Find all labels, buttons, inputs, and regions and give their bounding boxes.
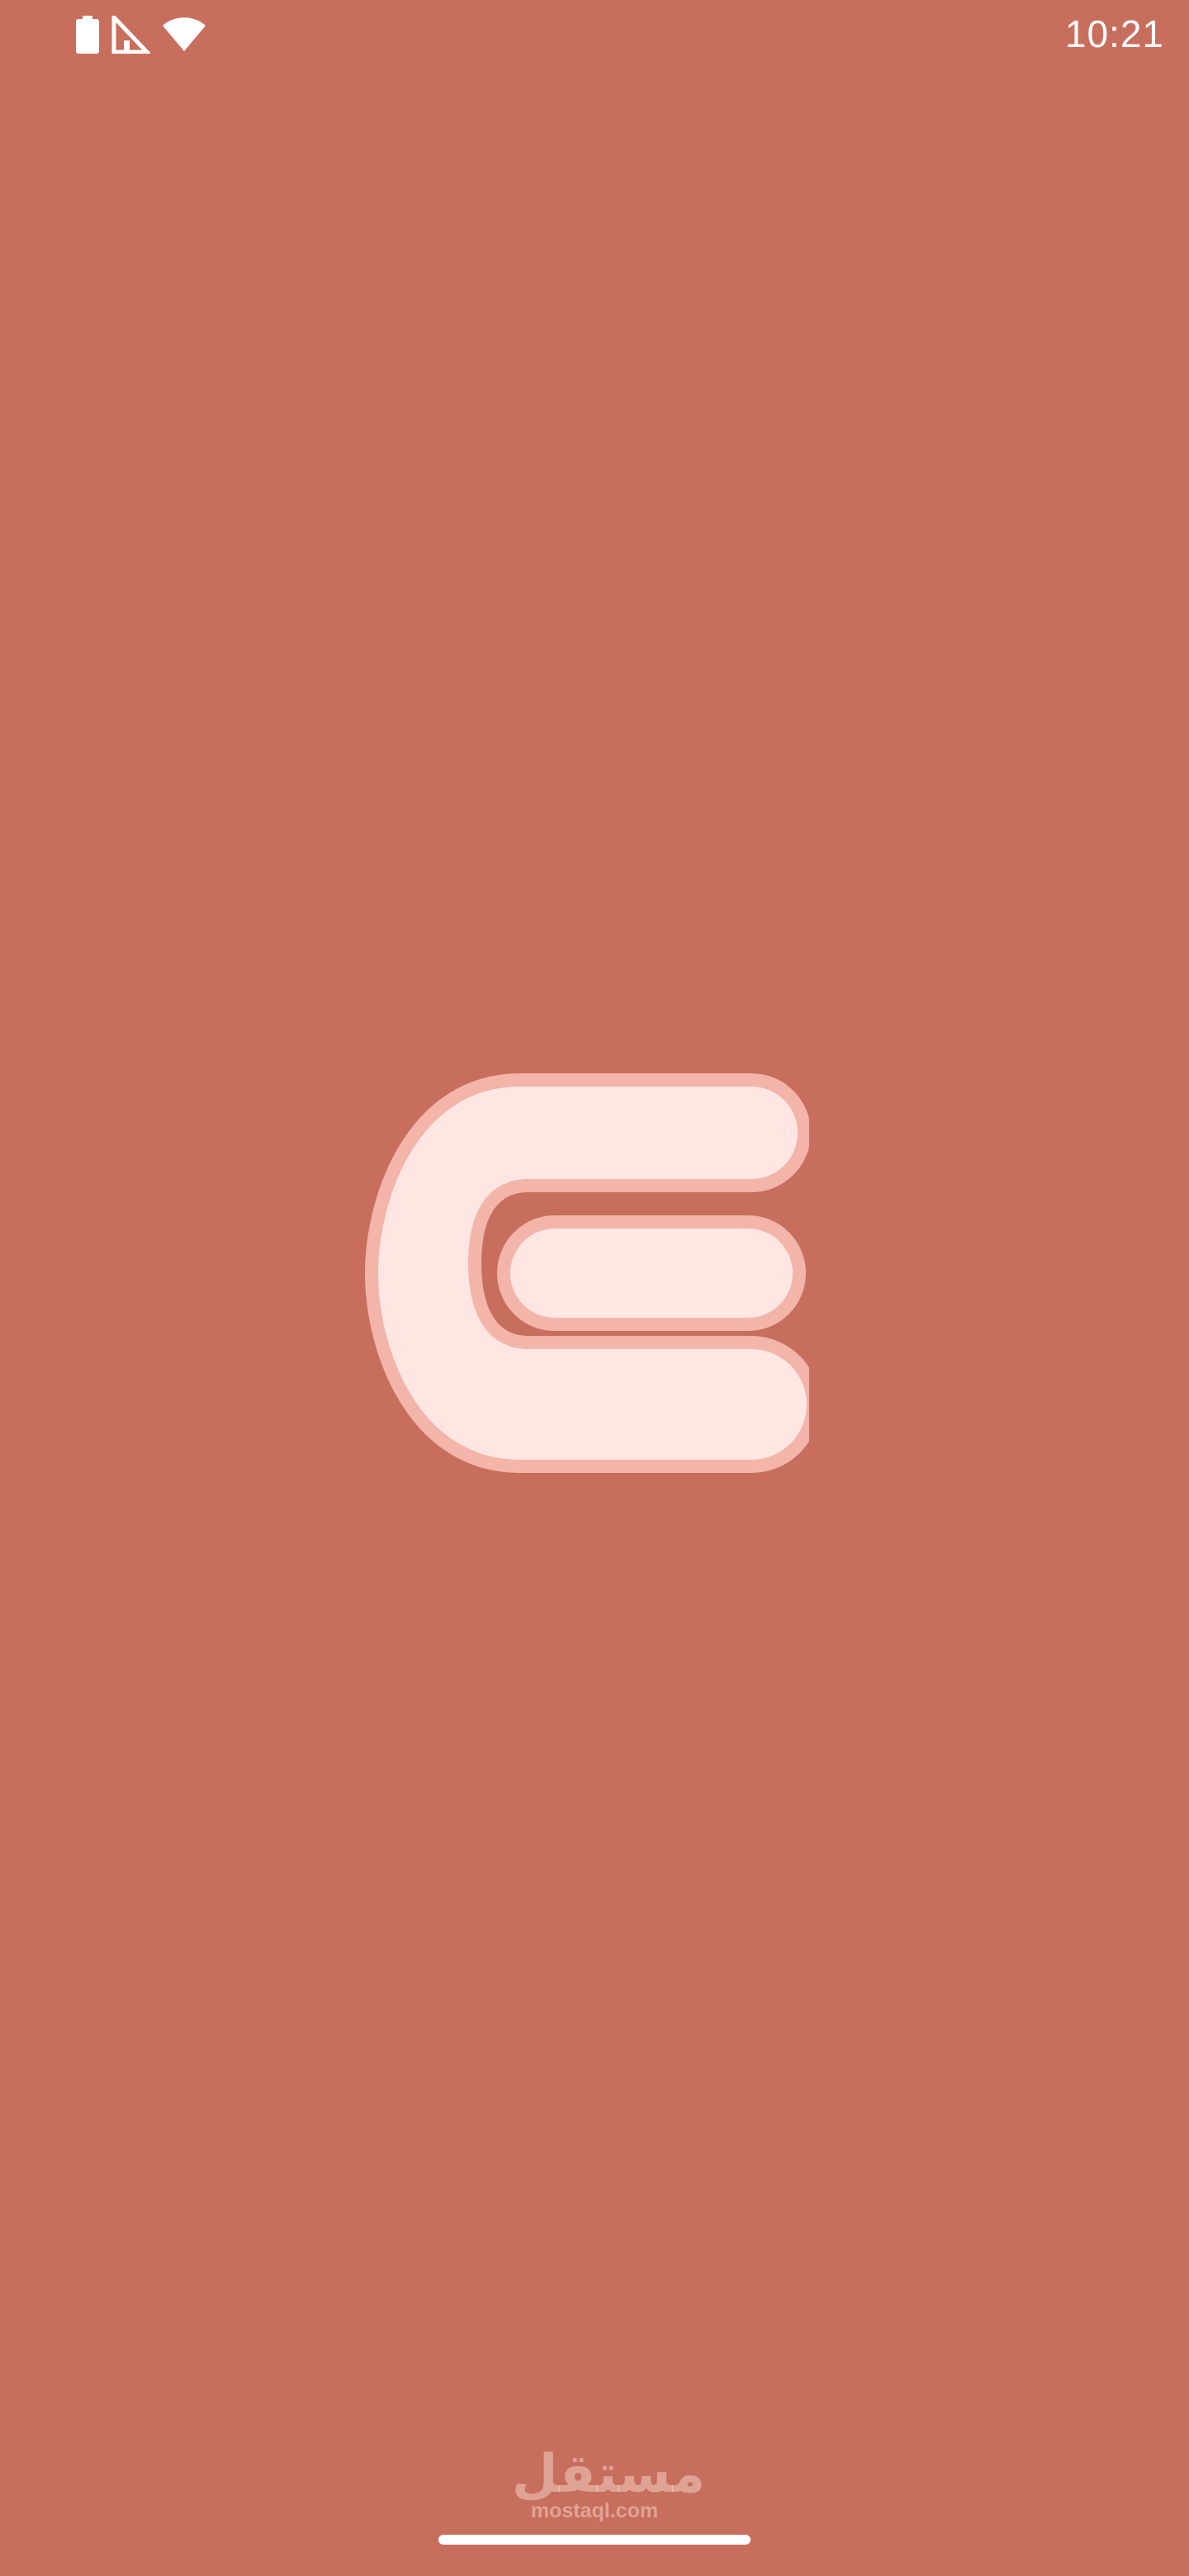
- wifi-icon: [163, 17, 206, 51]
- gesture-navigation-bar[interactable]: [438, 2535, 751, 2545]
- status-icons: [76, 13, 206, 56]
- status-bar: 10:21: [0, 0, 1189, 69]
- watermark: مستقل mostaql.com: [512, 2444, 706, 2522]
- app-logo-e-icon: [365, 1073, 809, 1473]
- battery-icon: [76, 16, 99, 54]
- watermark-latin-text: mostaql.com: [530, 2499, 659, 2522]
- watermark-arabic-text: مستقل: [512, 2444, 706, 2505]
- cellular-signal-icon: [111, 16, 150, 54]
- status-time: 10:21: [1064, 12, 1164, 55]
